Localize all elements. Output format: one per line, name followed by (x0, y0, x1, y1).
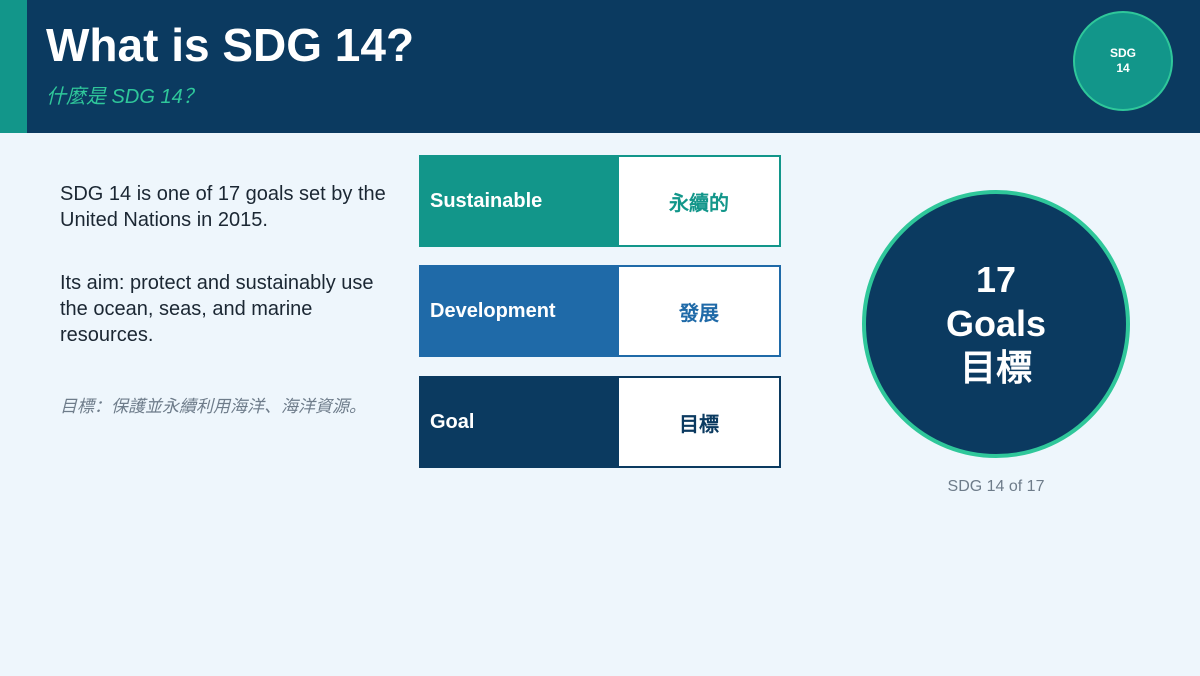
sdg-badge-line1: SDG (1109, 46, 1136, 60)
term-card-goal: Goal 目標 (419, 376, 781, 468)
term-card-sustainable: Sustainable 永續的 (419, 155, 781, 247)
term-label: Sustainable (421, 157, 619, 245)
term-card-development: Development 發展 (419, 265, 781, 357)
term-translation: 永續的 (619, 157, 779, 245)
header-accent-stripe (0, 0, 27, 133)
sdg-badge-text: SDG 14 (1093, 46, 1153, 76)
sdg-badge: SDG 14 (1073, 11, 1173, 111)
chinese-note: 目標：保護並永續利用海洋、海洋資源。 (60, 397, 366, 416)
term-label: Goal (421, 378, 619, 466)
header-bar: What is SDG 14? 什麼是 SDG 14？ SDG 14 (0, 0, 1200, 133)
goals-circle: 17 Goals 目標 (862, 190, 1130, 458)
aim-paragraph: Its aim: protect and sustainably use the… (60, 272, 374, 346)
sdg-badge-line2: 14 (1116, 61, 1130, 75)
term-label: Development (421, 267, 619, 355)
goals-label: Goals (945, 303, 1047, 344)
goals-count: 17 (975, 259, 1017, 300)
goals-label-chinese: 目標 (959, 347, 1032, 388)
page-subtitle: 什麼是 SDG 14？ (46, 86, 203, 108)
goals-caption: SDG 14 of 17 (947, 478, 1045, 495)
intro-paragraph: SDG 14 is one of 17 goals set by the Uni… (60, 183, 386, 231)
page-title: What is SDG 14? (46, 19, 415, 71)
term-translation: 目標 (619, 378, 779, 466)
term-translation: 發展 (619, 267, 779, 355)
